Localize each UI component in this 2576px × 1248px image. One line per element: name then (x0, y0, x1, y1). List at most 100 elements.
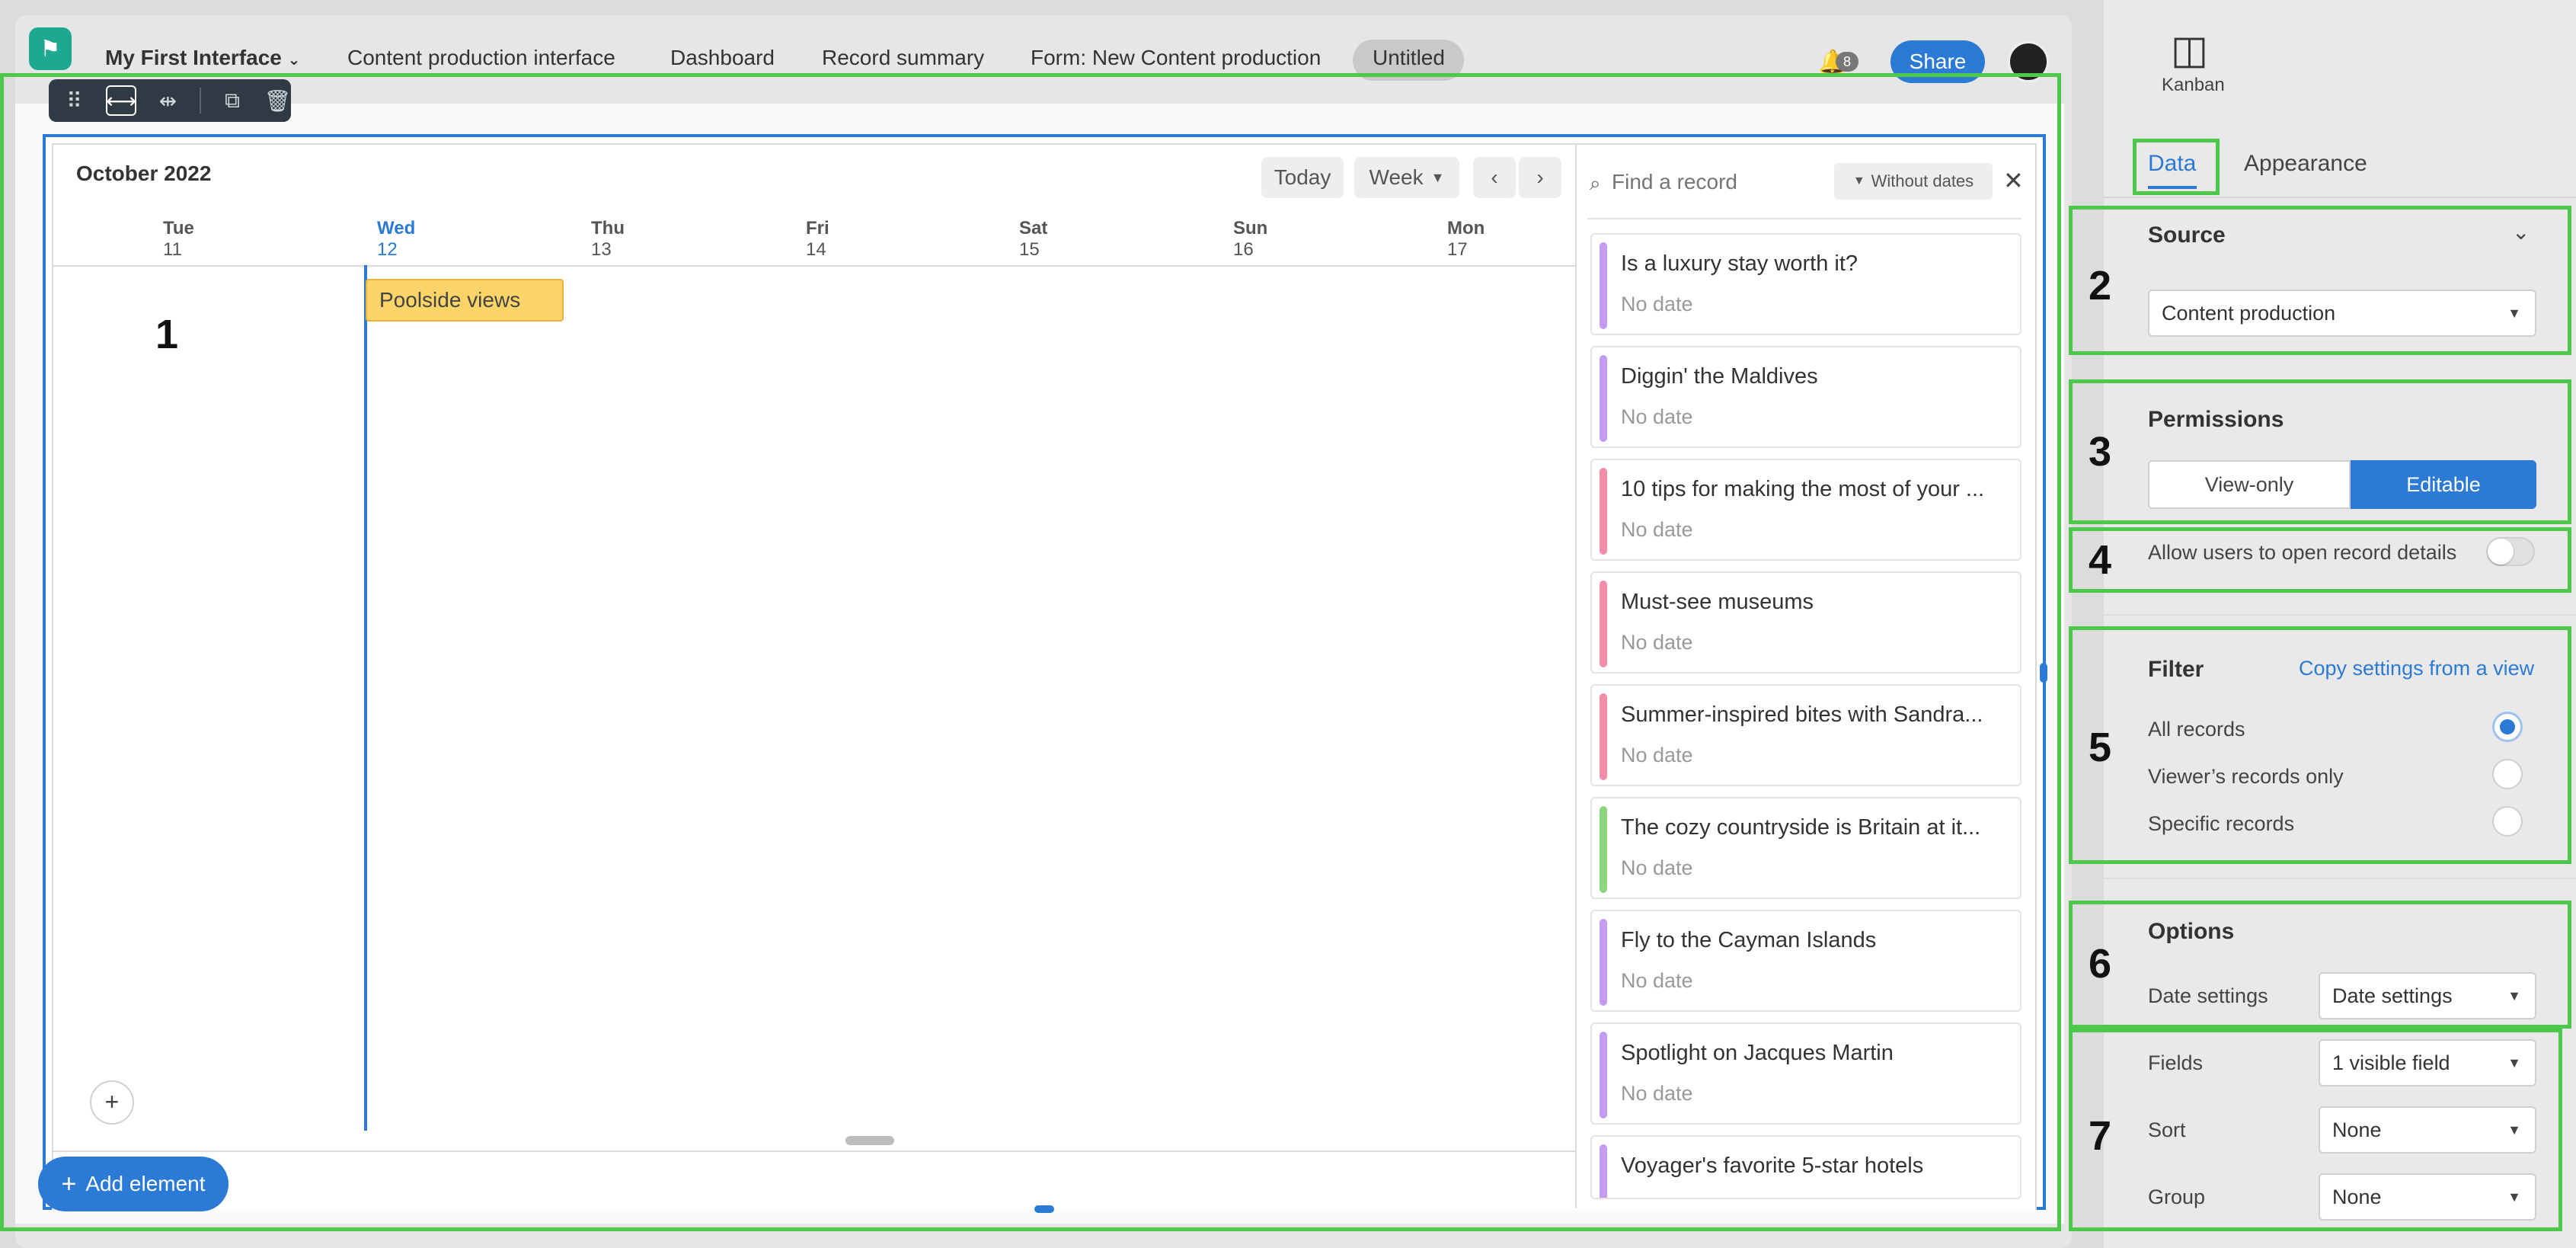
record-title: Summer-inspired bites with Sandra... (1621, 702, 1983, 727)
record-card[interactable]: The cozy countryside is Britain at it...… (1590, 797, 2021, 899)
avatar[interactable] (2008, 41, 2049, 82)
tab-active-indicator (2148, 186, 2197, 189)
record-color-bar (1600, 1144, 1607, 1198)
group-label: Group (2148, 1186, 2206, 1208)
permissions-title: Permissions (2148, 407, 2284, 432)
calendar-event[interactable]: Poolside views (366, 279, 564, 322)
radio-all-records[interactable] (2492, 712, 2523, 742)
full-width-icon[interactable]: ⟷ (106, 85, 136, 116)
add-element-button[interactable]: + Add element (38, 1157, 229, 1211)
search-input[interactable] (1612, 165, 1817, 200)
annotation-number: 5 (2089, 725, 2112, 770)
record-title: Voyager's favorite 5-star hotels (1621, 1154, 1924, 1178)
day-header-divider (53, 265, 1575, 267)
record-date: No date (1621, 744, 1693, 766)
today-button[interactable]: Today (1261, 157, 1344, 198)
group-value: None (2332, 1185, 2382, 1208)
record-date: No date (1621, 1195, 1693, 1198)
caret-down-icon: ▼ (2507, 1122, 2521, 1138)
sort-label: Sort (2148, 1118, 2186, 1141)
record-card[interactable]: Diggin' the Maldives No date (1590, 346, 2021, 448)
fields-value: 1 visible field (2332, 1051, 2450, 1074)
app-logo-icon[interactable]: ⚑ (29, 27, 72, 70)
source-title: Source (2148, 222, 2226, 248)
editable-option[interactable]: Editable (2351, 460, 2536, 509)
record-card[interactable]: 10 tips for making the most of your ... N… (1590, 459, 2021, 561)
day-num: 14 (806, 239, 826, 260)
day-name-today: Wed (377, 218, 416, 238)
filter-option-label: Specific records (2148, 812, 2295, 835)
close-icon[interactable]: ✕ (2003, 166, 2024, 195)
record-title: Is a luxury stay worth it? (1621, 251, 1858, 276)
tab-data[interactable]: Data (2148, 151, 2196, 177)
resize-handle-bottom[interactable] (1034, 1205, 1054, 1213)
nav-page-record-summary[interactable]: Record summary (822, 46, 984, 70)
nav-page-content-production[interactable]: Content production interface (347, 46, 615, 70)
chevron-down-icon[interactable]: ⌄ (2512, 219, 2530, 245)
record-date: No date (1621, 856, 1693, 879)
day-num: 13 (591, 239, 612, 260)
source-select[interactable]: Content production ▼ (2148, 290, 2536, 337)
filter-option-label: All records (2148, 718, 2245, 741)
caret-down-icon: ▼ (2507, 305, 2521, 321)
record-card[interactable]: Is a luxury stay worth it? No date (1590, 233, 2021, 335)
record-color-bar (1600, 919, 1607, 1006)
day-name: Mon (1447, 218, 1485, 238)
day-num: 16 (1233, 239, 1254, 260)
trash-icon[interactable]: 🗑 (264, 85, 291, 116)
drag-handle-icon[interactable]: ⠿ (61, 85, 88, 116)
group-select[interactable]: None ▼ (2319, 1173, 2536, 1221)
day-name: Tue (163, 218, 194, 238)
copy-settings-link[interactable]: Copy settings from a view (2299, 657, 2534, 680)
annotation-number: 1 (155, 312, 179, 357)
kanban-icon[interactable]: ◫ (2171, 27, 2208, 73)
duplicate-icon[interactable]: ⧉ (219, 85, 246, 116)
without-dates-label: Without dates (1871, 171, 1974, 190)
nav-page-untitled[interactable]: Untitled (1373, 46, 1445, 70)
date-settings-label: Date settings (2148, 984, 2268, 1007)
interface-switcher[interactable]: My First Interface ⌄ (105, 46, 300, 70)
fit-width-icon[interactable]: ⇹ (155, 85, 181, 116)
next-week-button[interactable]: › (1519, 157, 1561, 198)
record-panel-divider (1575, 145, 1577, 1208)
record-date: No date (1621, 405, 1693, 428)
record-title: 10 tips for making the most of your ... (1621, 477, 1985, 501)
record-card[interactable]: Spotlight on Jacques Martin No date (1590, 1022, 2021, 1125)
sort-select[interactable]: None ▼ (2319, 1106, 2536, 1154)
resize-handle-right[interactable] (2040, 663, 2047, 683)
record-card[interactable]: Fly to the Cayman Islands No date (1590, 910, 2021, 1012)
share-button[interactable]: Share (1890, 40, 1985, 83)
date-settings-select[interactable]: Date settings ▼ (2319, 972, 2536, 1019)
day-name: Fri (806, 218, 829, 238)
caret-down-icon: ▼ (2507, 1189, 2521, 1205)
view-only-option[interactable]: View-only (2148, 460, 2351, 509)
fields-select[interactable]: 1 visible field ▼ (2319, 1039, 2536, 1086)
interface-name: My First Interface (105, 46, 282, 69)
resize-handle[interactable] (845, 1136, 894, 1145)
panel-divider (2104, 614, 2576, 616)
radio-viewers-records[interactable] (2492, 759, 2523, 789)
record-card[interactable]: Must-see museums No date (1590, 571, 2021, 674)
without-dates-filter[interactable]: ▼ Without dates (1834, 163, 1993, 200)
record-card[interactable]: Summer-inspired bites with Sandra... No d… (1590, 684, 2021, 786)
date-settings-value: Date settings (2332, 984, 2453, 1007)
search-divider (1587, 218, 2021, 219)
tab-appearance[interactable]: Appearance (2244, 151, 2367, 177)
sort-value: None (2332, 1118, 2382, 1141)
source-select-value: Content production (2162, 301, 2336, 325)
annotation-number: 7 (2089, 1113, 2112, 1159)
radio-specific-records[interactable] (2492, 806, 2523, 837)
record-date: No date (1621, 969, 1693, 992)
nav-page-dashboard[interactable]: Dashboard (670, 46, 775, 70)
record-card[interactable]: Voyager's favorite 5-star hotels No date (1590, 1135, 2021, 1199)
caret-down-icon: ▼ (1852, 174, 1865, 187)
add-element-label: Add element (85, 1172, 206, 1195)
nav-page-form[interactable]: Form: New Content production (1031, 46, 1321, 70)
caret-down-icon: ▼ (2507, 1054, 2521, 1070)
record-title: The cozy countryside is Britain at it... (1621, 815, 1981, 840)
prev-week-button[interactable]: ‹ (1473, 157, 1516, 198)
view-select[interactable]: Week ▼ (1354, 157, 1459, 198)
record-color-bar (1600, 242, 1607, 329)
add-record-button[interactable]: + (90, 1080, 134, 1125)
view-select-label: Week (1369, 165, 1424, 189)
